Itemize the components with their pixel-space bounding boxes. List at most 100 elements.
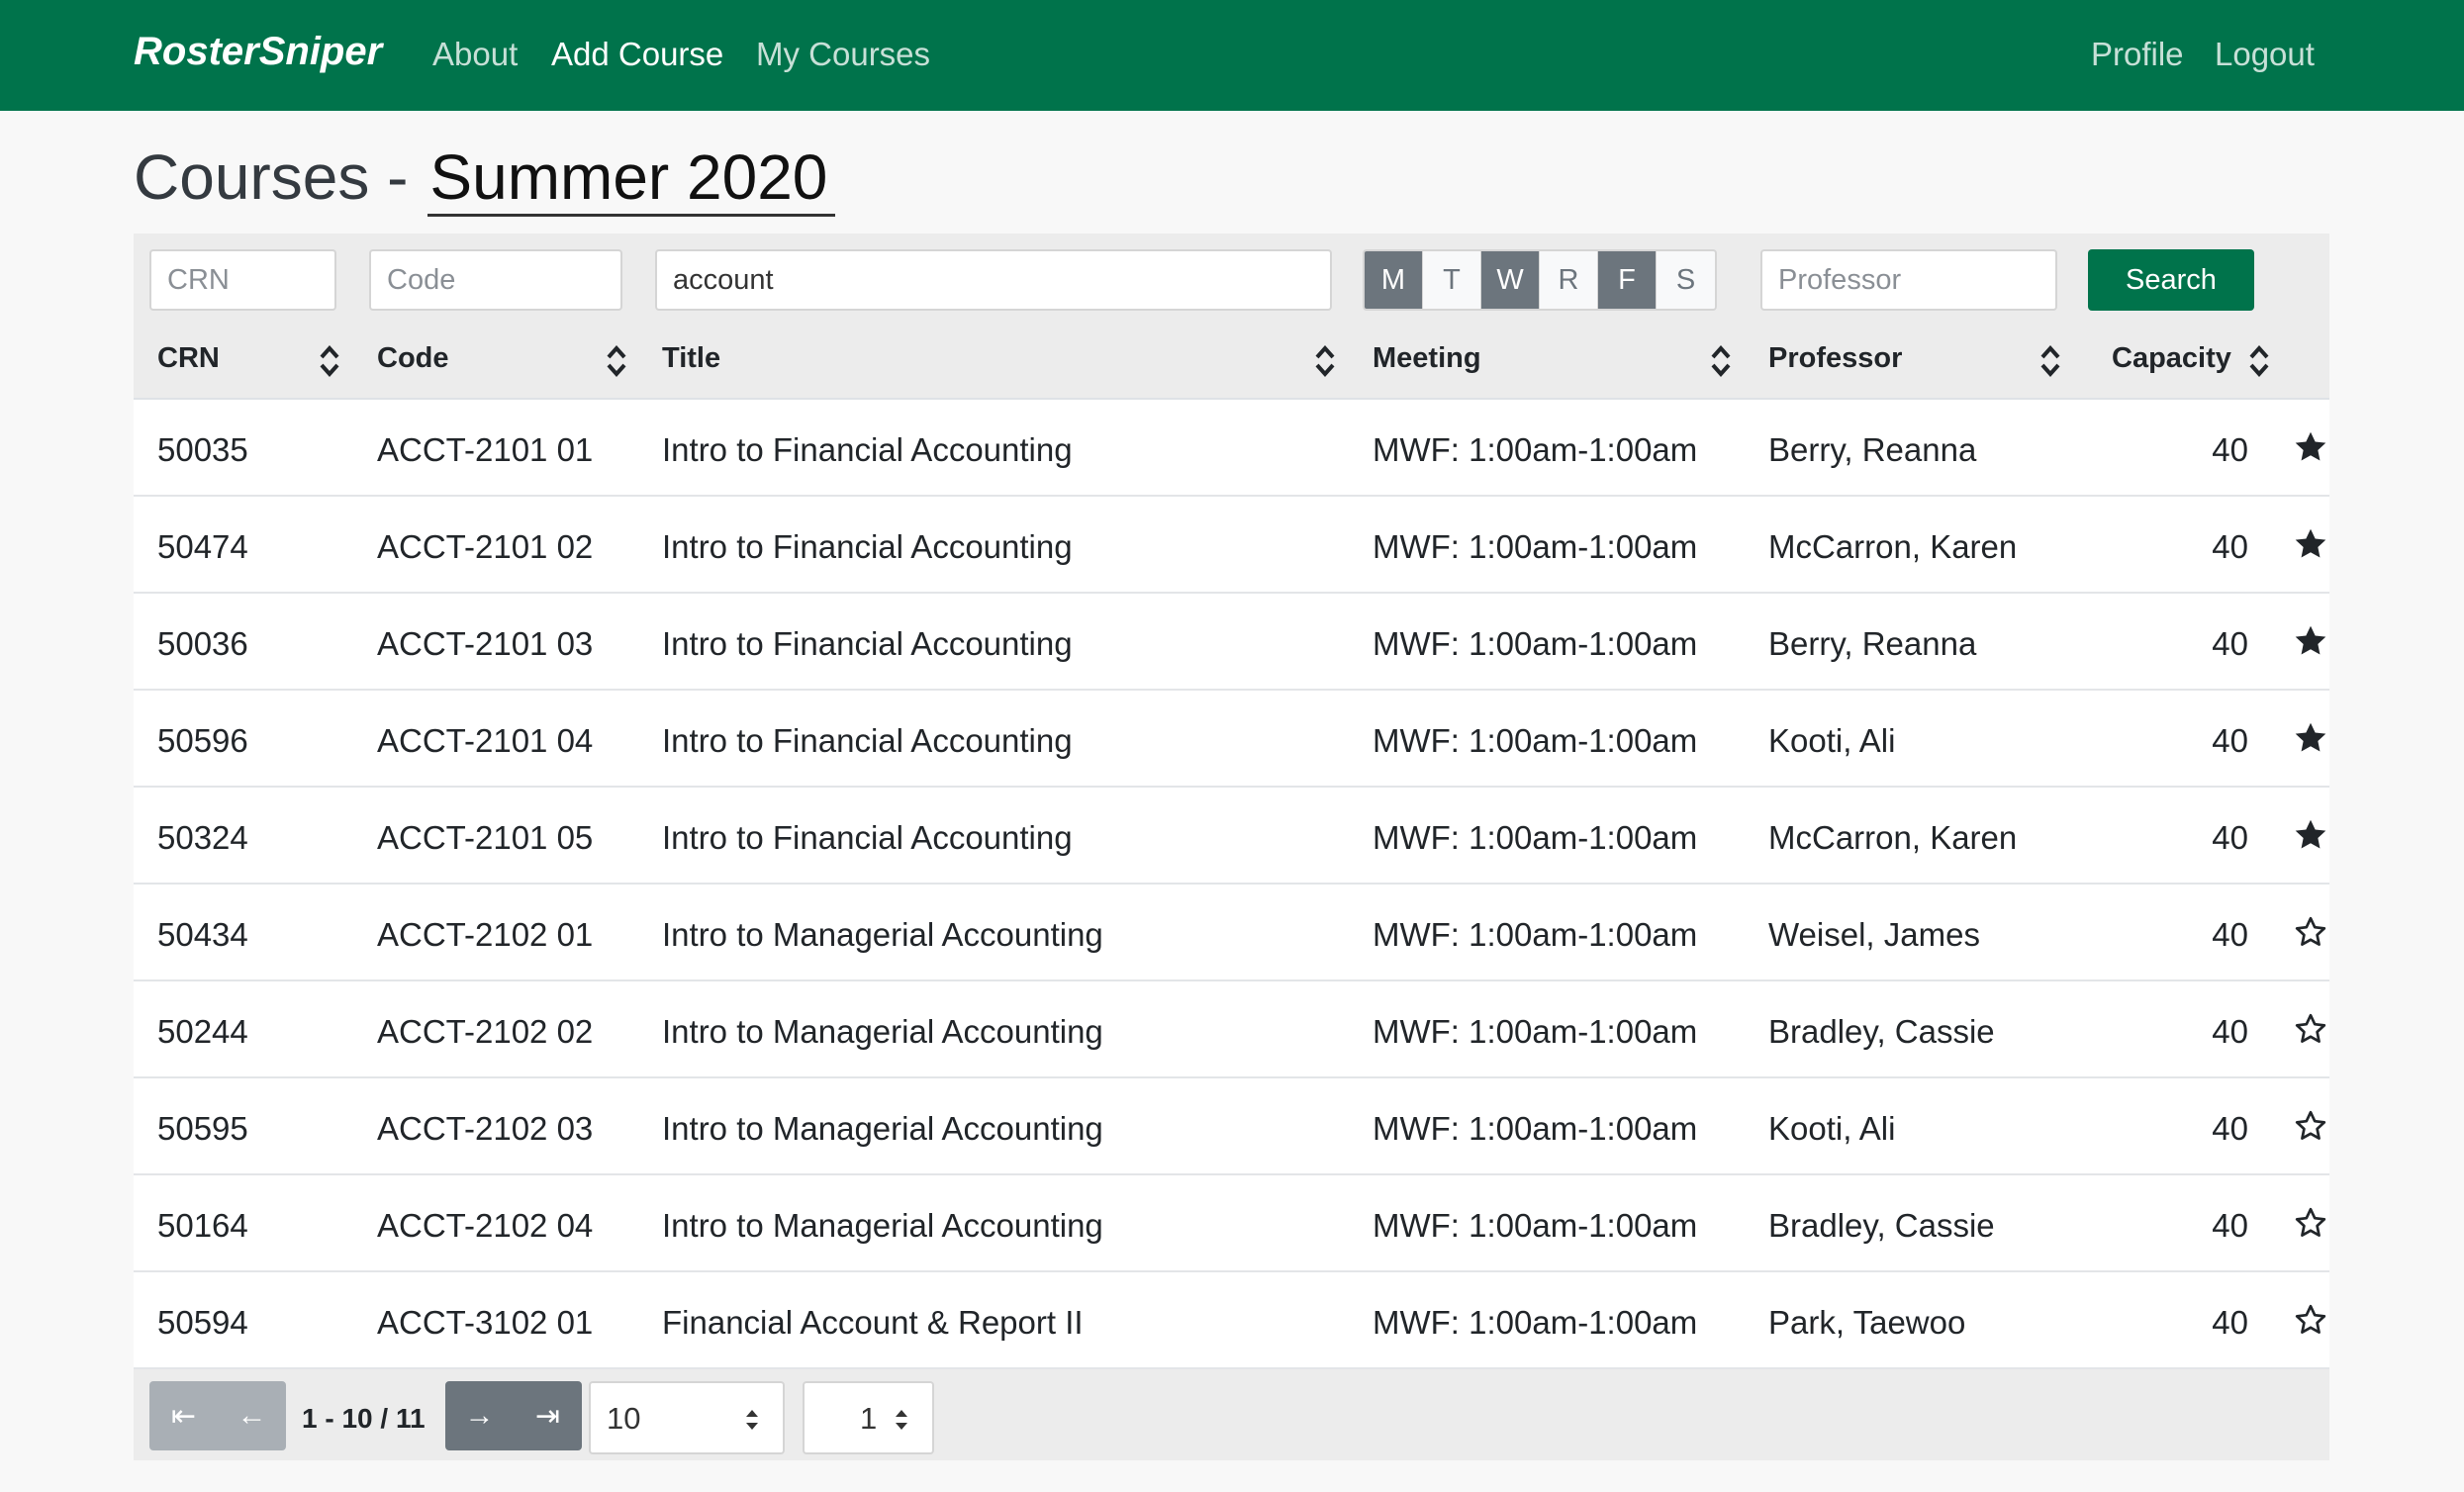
table-row[interactable]: 50036 ACCT-2101 03 Intro to Financial Ac… [134, 594, 2329, 691]
nav-link-add-course[interactable]: Add Course [551, 36, 723, 73]
crn-cell: 50595 [157, 1110, 248, 1147]
page-number-select[interactable]: 1 [803, 1381, 934, 1454]
day-toggle-thursday[interactable]: R [1540, 251, 1598, 309]
select-chevron-icon [746, 1410, 758, 1430]
search-button[interactable]: Search [2088, 249, 2254, 311]
courses-table-card: M T W R F S Search CRN Code Title Meetin… [134, 233, 2329, 1460]
star-outline-icon[interactable] [2293, 1302, 2328, 1338]
nav-link-profile[interactable]: Profile [2091, 36, 2184, 73]
star-filled-icon[interactable] [2293, 526, 2328, 562]
brand-logo[interactable]: RosterSniper [134, 30, 382, 74]
nav-link-logout[interactable]: Logout [2215, 36, 2315, 73]
column-header-code[interactable]: Code [377, 342, 449, 375]
crn-cell: 50035 [157, 431, 248, 468]
table-row[interactable]: 50474 ACCT-2101 02 Intro to Financial Ac… [134, 497, 2329, 594]
page-size-value: 10 [607, 1401, 641, 1436]
code-filter-input[interactable] [369, 249, 622, 311]
crn-cell: 50244 [157, 1013, 248, 1050]
meeting-cell: MWF: 1:00am-1:00am [1373, 1207, 1698, 1244]
sort-icon[interactable] [2039, 344, 2061, 378]
crn-cell: 50596 [157, 722, 248, 759]
nav-link-about[interactable]: About [432, 36, 518, 73]
title-cell: Intro to Managerial Accounting [662, 1013, 1103, 1050]
table-row[interactable]: 50595 ACCT-2102 03 Intro to Managerial A… [134, 1078, 2329, 1175]
sort-icon[interactable] [319, 344, 340, 378]
last-page-icon[interactable]: ⇥ [514, 1381, 582, 1450]
star-outline-icon[interactable] [2293, 1011, 2328, 1047]
meeting-cell: MWF: 1:00am-1:00am [1373, 1013, 1698, 1050]
code-cell: ACCT-2102 03 [377, 1110, 594, 1147]
professor-cell: Weisel, James [1768, 916, 1980, 953]
star-filled-icon[interactable] [2293, 817, 2328, 853]
column-header-title[interactable]: Title [662, 342, 720, 375]
table-row[interactable]: 50594 ACCT-3102 01 Financial Account & R… [134, 1272, 2329, 1369]
pagination-bar: ⇤ ← 1 - 10 / 11 → ⇥ 10 1 [134, 1369, 2329, 1460]
page-range-label: 1 - 10 / 11 [302, 1403, 426, 1434]
day-filter-group: M T W R F S [1363, 249, 1717, 311]
star-outline-icon[interactable] [2293, 1205, 2328, 1241]
code-cell: ACCT-2101 03 [377, 625, 594, 662]
capacity-cell: 40 [2212, 1013, 2248, 1050]
column-header-meeting[interactable]: Meeting [1373, 342, 1481, 375]
table-row[interactable]: 50324 ACCT-2101 05 Intro to Financial Ac… [134, 788, 2329, 885]
code-cell: ACCT-2101 01 [377, 431, 594, 468]
meeting-cell: MWF: 1:00am-1:00am [1373, 528, 1698, 565]
star-filled-icon[interactable] [2293, 720, 2328, 756]
sort-icon[interactable] [606, 344, 627, 378]
star-outline-icon[interactable] [2293, 914, 2328, 950]
sort-icon[interactable] [1710, 344, 1732, 378]
column-header-professor[interactable]: Professor [1768, 342, 1902, 375]
table-row[interactable]: 50434 ACCT-2102 01 Intro to Managerial A… [134, 885, 2329, 981]
code-cell: ACCT-2101 04 [377, 722, 594, 759]
sort-icon[interactable] [1314, 344, 1336, 378]
prev-page-icon[interactable]: ← [218, 1381, 286, 1450]
crn-cell: 50164 [157, 1207, 248, 1244]
term-selector[interactable]: Summer 2020 [427, 140, 836, 217]
filter-bar: M T W R F S Search CRN Code Title Meetin… [134, 233, 2329, 400]
code-cell: ACCT-2101 02 [377, 528, 594, 565]
page-size-select[interactable]: 10 [589, 1381, 785, 1454]
star-outline-icon[interactable] [2293, 1108, 2328, 1144]
crn-cell: 50594 [157, 1304, 248, 1341]
capacity-cell: 40 [2212, 1207, 2248, 1244]
professor-filter-input[interactable] [1760, 249, 2057, 311]
capacity-cell: 40 [2212, 1304, 2248, 1341]
column-header-capacity[interactable]: Capacity [2112, 342, 2231, 375]
next-page-icon[interactable]: → [445, 1381, 514, 1450]
table-row[interactable]: 50164 ACCT-2102 04 Intro to Managerial A… [134, 1175, 2329, 1272]
meeting-cell: MWF: 1:00am-1:00am [1373, 819, 1698, 856]
title-cell: Financial Account & Report II [662, 1304, 1084, 1341]
capacity-cell: 40 [2212, 722, 2248, 759]
star-filled-icon[interactable] [2293, 623, 2328, 659]
day-toggle-wednesday[interactable]: W [1481, 251, 1540, 309]
day-toggle-saturday[interactable]: S [1657, 251, 1715, 309]
meeting-cell: MWF: 1:00am-1:00am [1373, 1304, 1698, 1341]
table-row[interactable]: 50035 ACCT-2101 01 Intro to Financial Ac… [134, 400, 2329, 497]
meeting-cell: MWF: 1:00am-1:00am [1373, 722, 1698, 759]
day-toggle-monday[interactable]: M [1365, 251, 1423, 309]
crn-cell: 50474 [157, 528, 248, 565]
professor-cell: Bradley, Cassie [1768, 1207, 1995, 1244]
title-cell: Intro to Managerial Accounting [662, 916, 1103, 953]
title-cell: Intro to Financial Accounting [662, 431, 1073, 468]
column-header-crn[interactable]: CRN [157, 342, 220, 375]
meeting-cell: MWF: 1:00am-1:00am [1373, 916, 1698, 953]
title-cell: Intro to Managerial Accounting [662, 1110, 1103, 1147]
day-toggle-friday[interactable]: F [1598, 251, 1657, 309]
select-chevron-icon [896, 1410, 907, 1430]
title-filter-input[interactable] [655, 249, 1332, 311]
day-toggle-tuesday[interactable]: T [1423, 251, 1481, 309]
star-filled-icon[interactable] [2293, 429, 2328, 465]
professor-cell: McCarron, Karen [1768, 819, 2018, 856]
table-row[interactable]: 50244 ACCT-2102 02 Intro to Managerial A… [134, 981, 2329, 1078]
nav-link-my-courses[interactable]: My Courses [756, 36, 930, 73]
page-title-prefix: Courses - [134, 141, 409, 213]
table-row[interactable]: 50596 ACCT-2101 04 Intro to Financial Ac… [134, 691, 2329, 788]
meeting-cell: MWF: 1:00am-1:00am [1373, 1110, 1698, 1147]
crn-filter-input[interactable] [149, 249, 336, 311]
professor-cell: McCarron, Karen [1768, 528, 2018, 565]
first-page-icon[interactable]: ⇤ [149, 1381, 218, 1450]
professor-cell: Berry, Reanna [1768, 431, 1977, 468]
professor-cell: Kooti, Ali [1768, 722, 1896, 759]
sort-icon[interactable] [2248, 344, 2270, 378]
